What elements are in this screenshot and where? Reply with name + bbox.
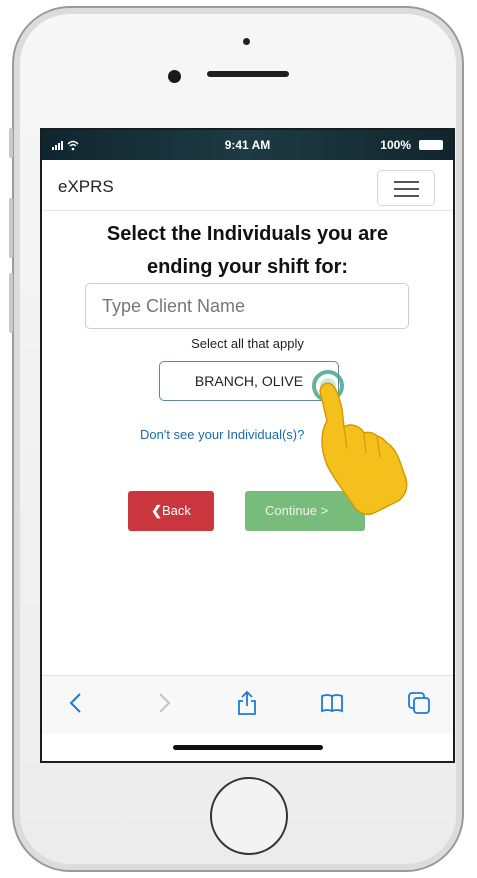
menu-toggle-button[interactable] [377,170,435,206]
earpiece-speaker [207,71,289,77]
app-navbar: eXPRS [42,160,453,211]
page-title-line2: ending your shift for: [146,256,349,278]
missing-individual-link[interactable]: Don't see your Individual(s)? [140,427,304,442]
tap-hand-icon [312,370,408,516]
client-search-input[interactable] [85,283,409,329]
select-hint: Select all that apply [191,336,304,351]
share-icon[interactable] [234,690,260,716]
hamburger-icon-line [394,195,419,197]
chevron-left-icon: ❮ [151,503,162,518]
phone-screen: 9:41 AM 100% eXPRS Select the Individual… [40,128,455,763]
app-brand[interactable]: eXPRS [58,177,114,197]
browser-toolbar [42,675,453,734]
tabs-icon[interactable] [406,690,432,716]
page-title-line1: Select the Individuals you are [106,223,389,245]
home-button[interactable] [210,777,288,855]
front-camera [168,70,181,83]
volume-down-button [9,273,13,333]
battery-icon [419,140,443,150]
back-arrow-icon[interactable] [64,690,90,716]
bookmarks-icon[interactable] [319,690,345,716]
camera-dot [243,38,250,45]
back-button-label: Back [162,503,191,518]
hamburger-icon [394,181,419,183]
status-bar: 9:41 AM 100% [42,130,453,160]
back-button[interactable]: ❮Back [128,491,214,531]
home-indicator [173,745,323,750]
battery-percent: 100% [380,138,411,152]
volume-up-button [9,198,13,258]
mute-switch [9,128,13,158]
forward-arrow-icon[interactable] [150,690,176,716]
hamburger-icon-line [394,188,419,190]
